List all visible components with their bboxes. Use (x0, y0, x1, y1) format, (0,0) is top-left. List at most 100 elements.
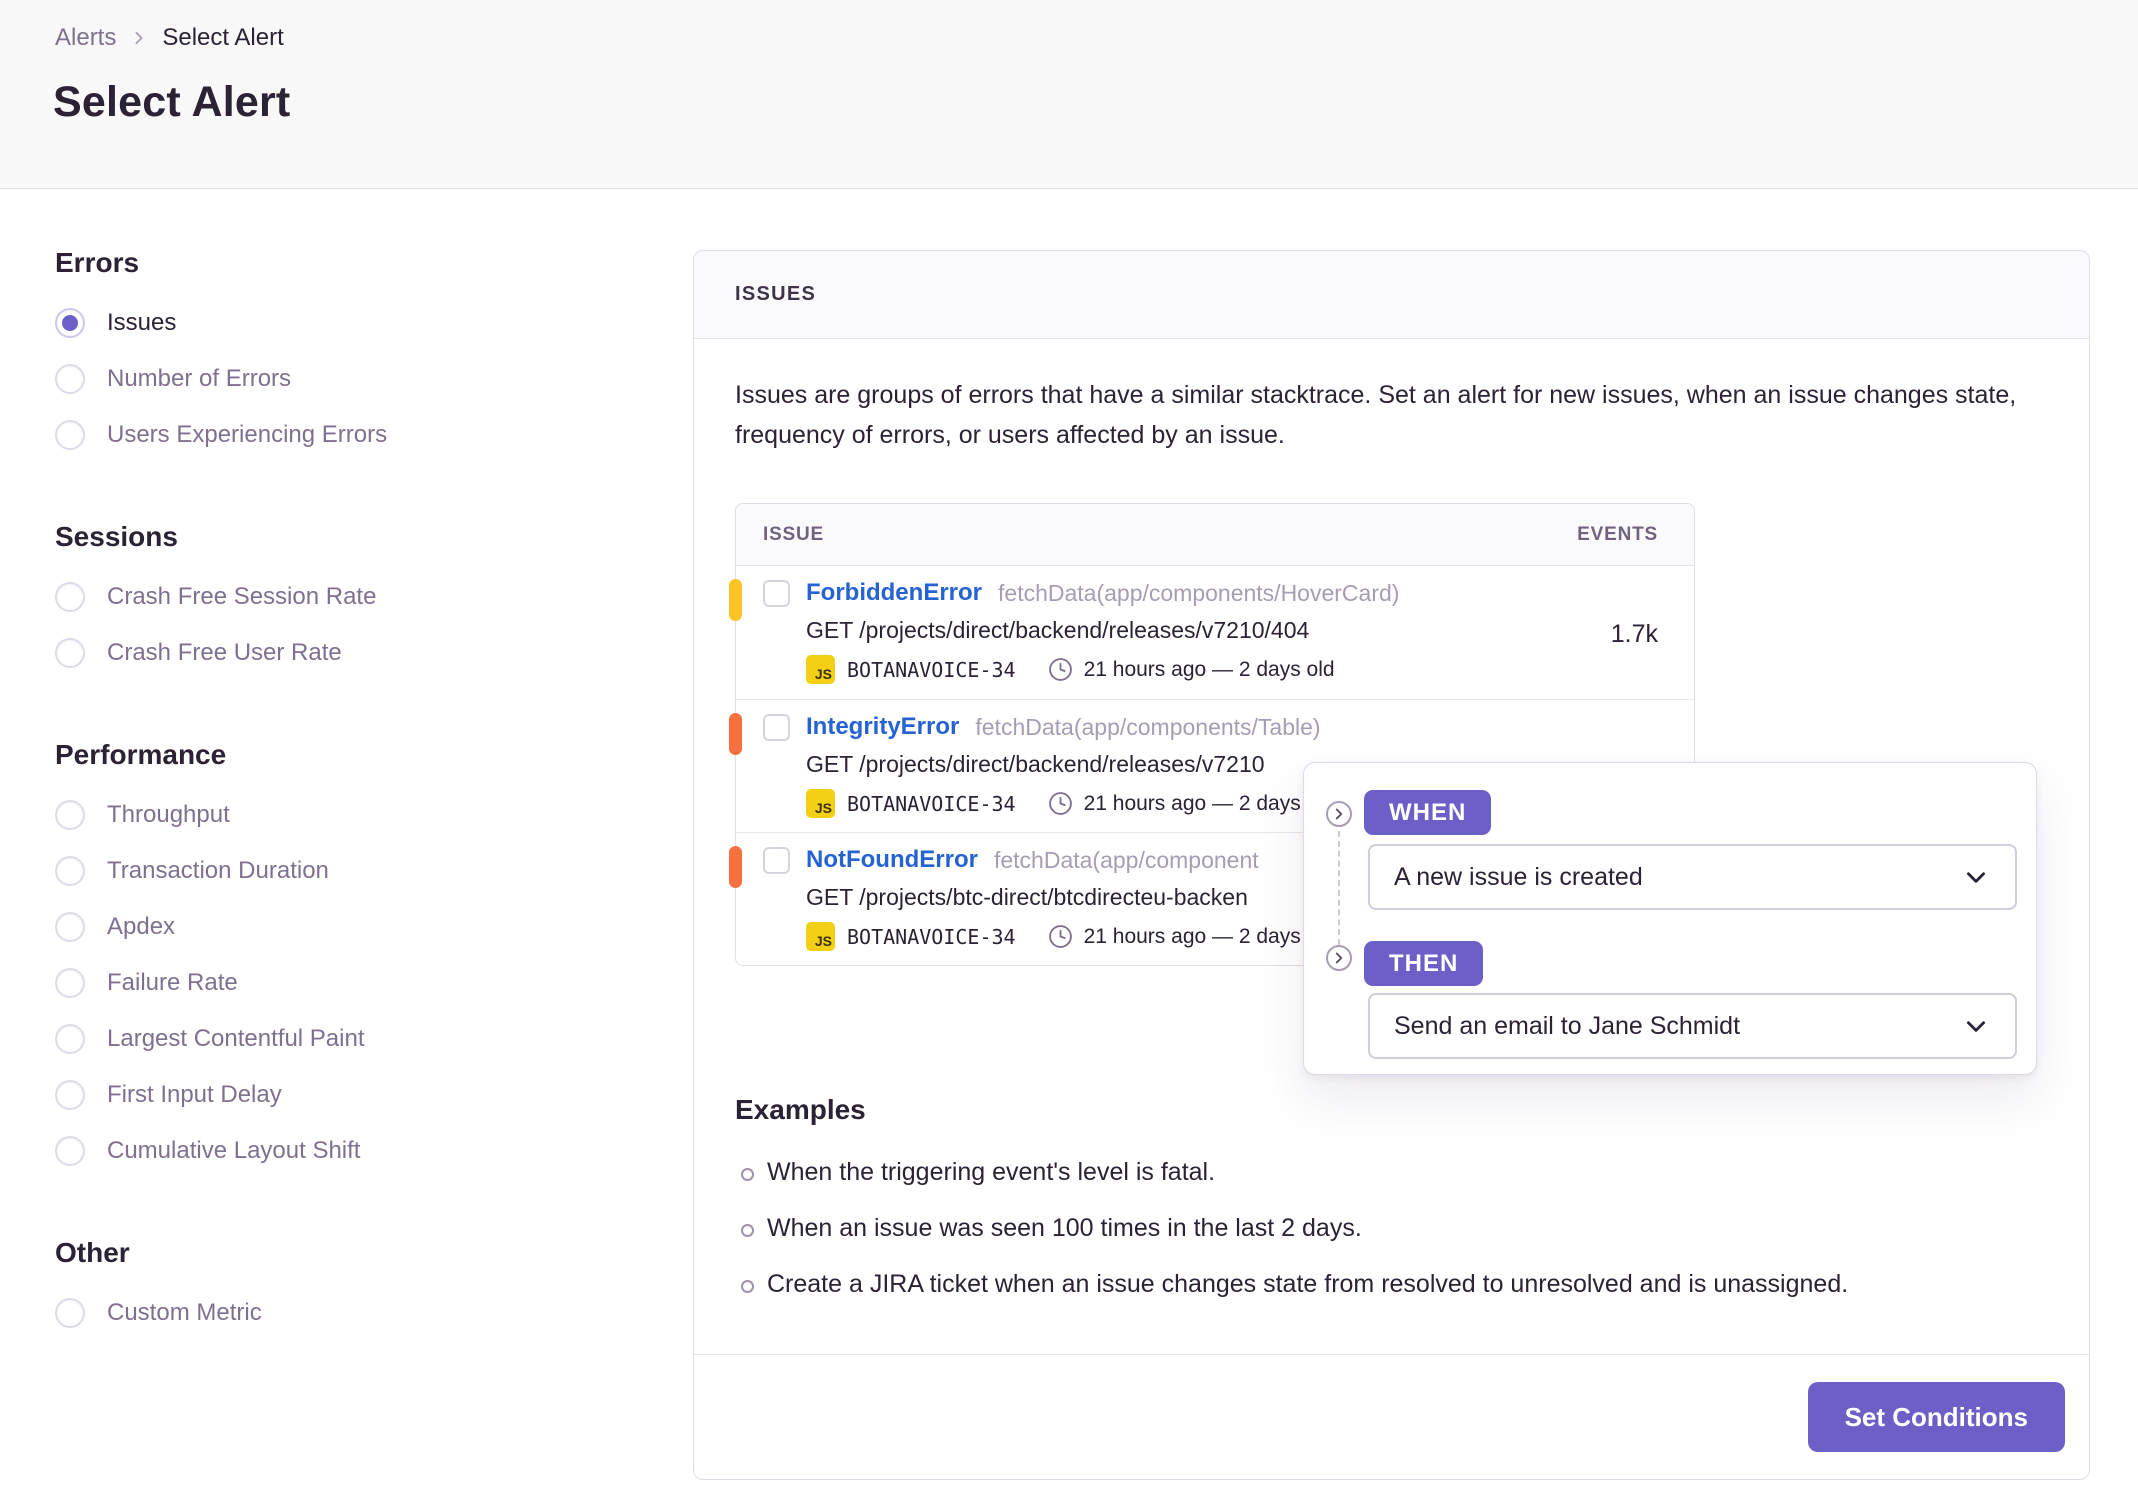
radio-icon[interactable] (55, 420, 85, 450)
group-errors: Errors Issues Number of Errors Users Exp… (55, 247, 645, 463)
group-errors-title: Errors (55, 247, 140, 278)
radio-selected-icon[interactable] (55, 308, 85, 338)
issue-title-link[interactable]: IntegrityError (806, 713, 959, 741)
option-label: Issues (107, 309, 177, 336)
issue-culprit: fetchData(app/component (993, 846, 1259, 873)
issue-events-count: 1.7k (1610, 620, 1658, 648)
radio-icon[interactable] (55, 1080, 85, 1110)
option-cumulative-layout-shift[interactable]: Cumulative Layout Shift (55, 1123, 645, 1179)
clock-icon (1048, 658, 1072, 681)
chevron-right-icon (135, 31, 143, 45)
radio-icon[interactable] (55, 1136, 85, 1166)
then-action-value: Send an email to Jane Schmidt (1394, 1011, 1741, 1040)
alert-type-sidebar: Errors Issues Number of Errors Users Exp… (55, 247, 645, 1399)
option-label: Crash Free User Rate (107, 639, 342, 666)
option-label: Custom Metric (107, 1299, 262, 1326)
column-issue: ISSUE (763, 523, 825, 545)
example-item: Create a JIRA ticket when an issue chang… (735, 1270, 2049, 1299)
issue-title-link[interactable]: ForbiddenError (806, 579, 982, 607)
conditions-popup: WHEN A new issue is created THEN Send an… (1303, 762, 2037, 1075)
issue-culprit: fetchData(app/components/HoverCard) (998, 579, 1400, 606)
issue-checkbox[interactable] (763, 579, 790, 607)
option-custom-metric[interactable]: Custom Metric (55, 1285, 645, 1341)
option-label: First Input Delay (107, 1081, 282, 1108)
project-slug: BOTANAVOICE-34 (847, 924, 1016, 949)
examples-section: Examples When the triggering event's lev… (735, 1094, 2049, 1299)
breadcrumb: Alerts Select Alert (55, 24, 284, 52)
issue-checkbox[interactable] (763, 713, 790, 741)
option-failure-rate[interactable]: Failure Rate (55, 955, 645, 1011)
column-events: EVENTS (1577, 523, 1658, 545)
when-condition-select[interactable]: A new issue is created (1368, 844, 2017, 910)
project-slug: BOTANAVOICE-34 (847, 657, 1016, 682)
group-sessions-title: Sessions (55, 521, 178, 552)
option-label: Failure Rate (107, 969, 238, 996)
option-transaction-duration[interactable]: Transaction Duration (55, 843, 645, 899)
issue-level-indicator (729, 579, 742, 621)
project-slug: BOTANAVOICE-34 (847, 791, 1016, 816)
javascript-platform-icon: JS (806, 655, 835, 684)
examples-list: When the triggering event's level is fat… (735, 1158, 2049, 1299)
radio-icon[interactable] (55, 856, 85, 886)
option-users-experiencing-errors[interactable]: Users Experiencing Errors (55, 407, 645, 463)
option-label: Largest Contentful Paint (107, 1025, 365, 1052)
issue-meta: JS BOTANAVOICE-34 21 hours ago — 2 days … (806, 655, 1694, 684)
issue-title-link[interactable]: NotFoundError (806, 846, 978, 874)
option-issues[interactable]: Issues (55, 295, 645, 351)
issue-level-indicator (729, 713, 742, 755)
condition-connector-line (1338, 831, 1340, 945)
page-header: Alerts Select Alert Select Alert (0, 0, 2138, 189)
issue-checkbox[interactable] (763, 846, 790, 874)
option-label: Throughput (107, 801, 230, 828)
chevron-down-icon (1967, 1021, 1985, 1032)
issue-culprit: fetchData(app/components/Table) (975, 713, 1321, 740)
set-conditions-button[interactable]: Set Conditions (1807, 1382, 2065, 1452)
issues-table-header: ISSUE EVENTS (736, 504, 1694, 566)
when-condition-value: A new issue is created (1394, 862, 1643, 891)
clock-icon (1048, 792, 1072, 815)
radio-icon[interactable] (55, 800, 85, 830)
radio-icon[interactable] (55, 1024, 85, 1054)
chevron-right-circle-icon (1326, 801, 1352, 827)
option-crash-free-user-rate[interactable]: Crash Free User Rate (55, 625, 645, 681)
option-label: Number of Errors (107, 365, 292, 392)
then-action-select[interactable]: Send an email to Jane Schmidt (1368, 993, 2017, 1059)
group-other-title: Other (55, 1237, 130, 1268)
group-performance-title: Performance (55, 739, 227, 770)
radio-icon[interactable] (55, 364, 85, 394)
issues-panel-title: ISSUES (735, 283, 817, 305)
clock-icon (1048, 925, 1072, 948)
option-crash-free-session-rate[interactable]: Crash Free Session Rate (55, 569, 645, 625)
example-item: When an issue was seen 100 times in the … (735, 1214, 2049, 1243)
issue-message: GET /projects/direct/backend/releases/v7… (806, 617, 1310, 643)
radio-icon[interactable] (55, 582, 85, 612)
breadcrumb-alerts-link[interactable]: Alerts (55, 24, 116, 52)
table-row: ForbiddenError fetchData(app/components/… (729, 566, 1694, 699)
issues-panel-header: ISSUES (694, 251, 2089, 339)
radio-icon[interactable] (55, 912, 85, 942)
javascript-platform-icon: JS (806, 789, 835, 818)
group-other: Other Custom Metric (55, 1237, 645, 1341)
example-item: When the triggering event's level is fat… (735, 1158, 2049, 1187)
group-performance: Performance Throughput Transaction Durat… (55, 739, 645, 1179)
option-apdex[interactable]: Apdex (55, 899, 645, 955)
issue-age: 21 hours ago — 2 days old (1083, 924, 1335, 948)
radio-icon[interactable] (55, 638, 85, 668)
breadcrumb-current: Select Alert (162, 24, 284, 51)
radio-icon[interactable] (55, 968, 85, 998)
option-largest-contentful-paint[interactable]: Largest Contentful Paint (55, 1011, 645, 1067)
option-first-input-delay[interactable]: First Input Delay (55, 1067, 645, 1123)
option-label: Crash Free Session Rate (107, 583, 377, 610)
option-label: Transaction Duration (107, 857, 329, 884)
option-label: Apdex (107, 913, 176, 940)
panel-footer: Set Conditions (694, 1354, 2089, 1479)
chevron-right-circle-icon (1326, 945, 1352, 971)
when-badge: WHEN (1364, 790, 1492, 835)
issue-level-indicator (729, 846, 742, 888)
option-label: Cumulative Layout Shift (107, 1137, 361, 1164)
radio-icon[interactable] (55, 1298, 85, 1328)
issues-description: Issues are groups of errors that have a … (735, 381, 2017, 449)
option-number-of-errors[interactable]: Number of Errors (55, 351, 645, 407)
group-sessions: Sessions Crash Free Session Rate Crash F… (55, 521, 645, 681)
option-throughput[interactable]: Throughput (55, 787, 645, 843)
